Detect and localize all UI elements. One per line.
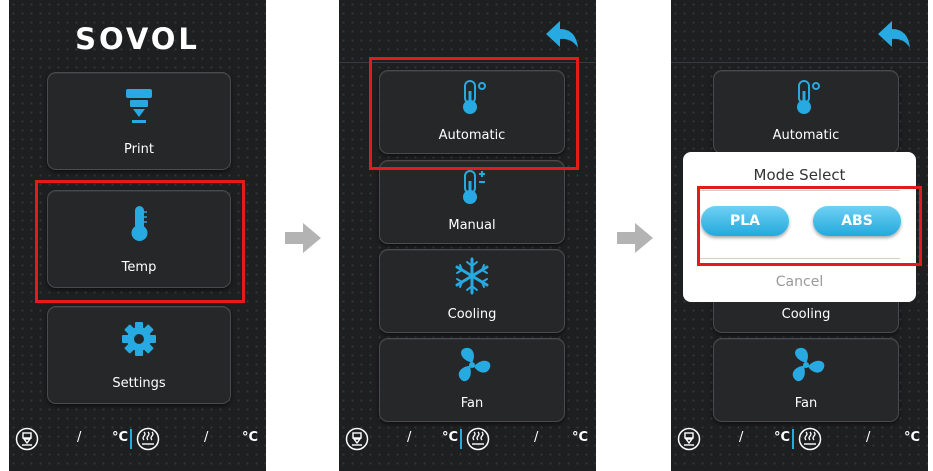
cooling-label: Cooling [781, 307, 831, 322]
heated-bed-icon [798, 427, 822, 451]
nozzle-temp-separator: / [739, 430, 744, 445]
nozzle-icon [15, 427, 39, 451]
temperature-status-bar: / °C / °C [9, 425, 266, 453]
automatic-highlight-box [369, 57, 579, 170]
automatic-button[interactable]: Automatic [713, 70, 899, 154]
material-options-highlight-box [697, 186, 922, 266]
manual-button[interactable]: Manual [379, 160, 565, 244]
bed-temp-separator: / [204, 430, 209, 445]
nozzle-icon [677, 427, 701, 451]
status-divider [460, 429, 462, 449]
status-divider [792, 429, 794, 449]
bed-temp-unit: °C [572, 430, 589, 445]
nozzle-temp-unit: °C [112, 430, 129, 445]
sovol-logo: SOVOL [75, 22, 200, 56]
gear-icon [122, 322, 156, 356]
print-label: Print [124, 142, 154, 157]
print-icon [126, 89, 152, 123]
fan-button[interactable]: Fan [379, 338, 565, 422]
fan-button[interactable]: Fan [713, 338, 899, 422]
thermometer-manual-icon [463, 170, 485, 204]
arrow-right-icon [617, 223, 653, 253]
bed-temp-unit: °C [242, 430, 259, 445]
manual-label: Manual [448, 218, 496, 233]
cancel-button[interactable]: Cancel [683, 274, 916, 290]
arrow-right-icon [285, 223, 321, 253]
fan-icon [458, 347, 491, 382]
nozzle-temp-separator: / [77, 430, 82, 445]
settings-label: Settings [112, 376, 166, 391]
back-arrow-icon[interactable] [542, 18, 582, 52]
cooling-label: Cooling [447, 307, 497, 322]
bed-temp-unit: °C [904, 430, 921, 445]
nozzle-icon [345, 427, 369, 451]
nozzle-temp-unit: °C [774, 430, 791, 445]
dialog-title: Mode Select [753, 166, 846, 184]
settings-button[interactable]: Settings [47, 306, 231, 404]
bed-temp-separator: / [534, 430, 539, 445]
back-arrow-icon[interactable] [874, 18, 914, 52]
status-divider [130, 429, 132, 449]
thermometer-auto-icon [797, 80, 820, 114]
nozzle-temp-unit: °C [442, 430, 459, 445]
cooling-button[interactable]: Cooling [379, 249, 565, 333]
bed-temp-separator: / [866, 430, 871, 445]
heated-bed-icon [136, 427, 160, 451]
snowflake-icon [455, 257, 489, 295]
heated-bed-icon [466, 427, 490, 451]
fan-label: Fan [794, 396, 818, 411]
print-button[interactable]: Print [47, 72, 231, 170]
fan-label: Fan [460, 396, 484, 411]
temperature-status-bar: / °C / °C [339, 425, 596, 453]
nozzle-temp-separator: / [407, 430, 412, 445]
automatic-label: Automatic [772, 128, 840, 143]
temp-highlight-box [35, 180, 245, 303]
header-divider [671, 62, 928, 63]
temperature-status-bar: / °C / °C [671, 425, 928, 453]
fan-icon [792, 347, 825, 382]
